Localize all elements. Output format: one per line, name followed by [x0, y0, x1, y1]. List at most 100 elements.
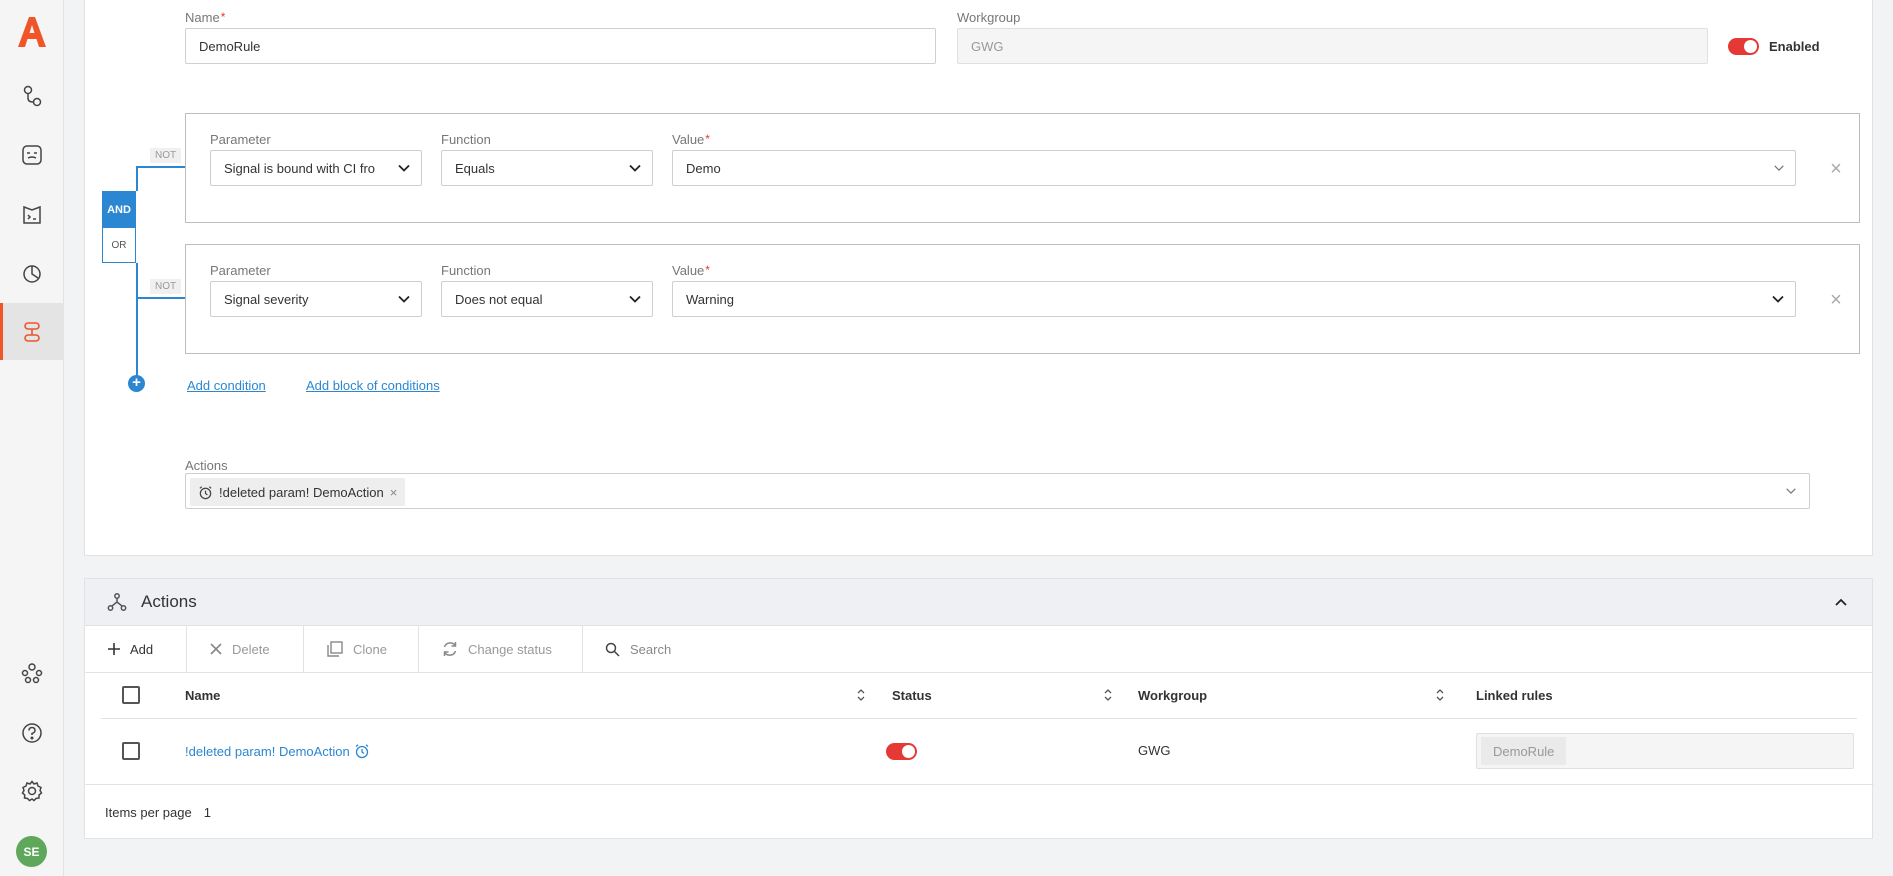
actions-section: Actions Add Delete Clone Change status S… [84, 578, 1874, 839]
and-button[interactable]: AND [103, 192, 135, 228]
settings-icon[interactable] [16, 775, 48, 807]
table-row-name[interactable]: !deleted param! DemoAction [185, 743, 370, 759]
workgroup-label: Workgroup [957, 10, 1021, 25]
items-per-page-value[interactable]: 1 [204, 805, 211, 820]
reports-icon[interactable] [16, 257, 48, 289]
inventory-icon[interactable] [16, 199, 48, 231]
parameter-value: Signal is bound with CI fro [224, 160, 376, 176]
workflow-icon[interactable] [16, 80, 48, 112]
tree-branch-1-vertical [136, 166, 138, 191]
clone-button[interactable]: Clone [304, 626, 419, 672]
column-header-name[interactable]: Name [185, 673, 220, 718]
users-icon[interactable] [16, 657, 48, 689]
search-input[interactable]: Search [605, 626, 671, 672]
linked-rule-chip: DemoRule [1481, 737, 1567, 765]
add-button[interactable]: Add [85, 626, 187, 672]
remove-condition-icon[interactable]: × [1826, 290, 1846, 310]
chevron-down-icon [629, 164, 641, 172]
or-button[interactable]: OR [103, 228, 135, 262]
chevron-down-icon [629, 295, 641, 303]
brand-logo-icon[interactable] [14, 14, 50, 50]
parameter-select[interactable]: Signal is bound with CI fro [210, 150, 422, 186]
add-block-link[interactable]: Add block of conditions [306, 378, 440, 393]
column-header-workgroup[interactable]: Workgroup [1138, 673, 1207, 718]
parameter-value: Signal severity [224, 291, 309, 307]
chevron-down-icon [398, 164, 410, 172]
function-label: Function [441, 132, 491, 147]
value-label: Value* [672, 132, 710, 147]
add-condition-link[interactable]: Add condition [187, 378, 266, 393]
action-chip-label: !deleted param! DemoAction [219, 484, 384, 500]
help-icon[interactable] [16, 717, 48, 749]
chevron-down-icon [1772, 295, 1784, 303]
header-divider [101, 718, 1857, 719]
rules-icon[interactable] [16, 316, 48, 348]
action-chip: !deleted param! DemoAction × [190, 478, 406, 506]
items-per-page-label: Items per page [105, 805, 192, 820]
close-icon [210, 643, 222, 655]
tree-branch-1 [136, 166, 185, 168]
parameter-label: Parameter [210, 132, 271, 147]
chevron-up-icon[interactable] [1834, 597, 1848, 607]
remove-condition-icon[interactable]: × [1826, 159, 1846, 179]
pagination-footer: Items per page 1 [105, 805, 211, 820]
actions-section-header[interactable]: Actions [85, 579, 1872, 626]
value-select[interactable]: Warning [672, 281, 1796, 317]
alarm-clock-icon [355, 744, 369, 759]
row-checkbox[interactable] [122, 742, 140, 760]
function-select[interactable]: Equals [441, 150, 653, 186]
clone-icon [327, 641, 343, 657]
name-label: Name* [185, 10, 226, 25]
enabled-toggle[interactable] [1728, 38, 1759, 55]
hierarchy-icon [107, 593, 127, 611]
refresh-icon [443, 642, 457, 656]
condition-row-2: Parameter Signal severity Function Does … [185, 244, 1860, 354]
chevron-down-icon [1774, 165, 1784, 172]
actions-select[interactable] [185, 473, 1810, 509]
plus-icon [108, 643, 120, 655]
condition-row-1: Parameter Signal is bound with CI fro Fu… [185, 113, 1860, 223]
column-header-linked-rules: Linked rules [1476, 688, 1553, 703]
actions-toolbar: Add Delete Clone Change status Search [85, 626, 1872, 673]
monitor-icon[interactable] [16, 139, 48, 171]
alarm-clock-icon [199, 485, 212, 499]
enabled-label: Enabled [1769, 39, 1820, 54]
sort-icon[interactable] [1103, 688, 1113, 702]
sort-icon[interactable] [1435, 688, 1445, 702]
table-row-workgroup: GWG [1138, 743, 1171, 758]
sort-icon[interactable] [856, 688, 866, 702]
value-label: Value* [672, 263, 710, 278]
and-or-switch: AND OR [102, 191, 136, 263]
avatar[interactable]: SE [16, 836, 47, 867]
name-input[interactable]: DemoRule [185, 28, 936, 64]
select-all-checkbox[interactable] [122, 686, 140, 704]
value-value: Demo [686, 160, 721, 176]
tree-branch-2 [136, 297, 185, 299]
row-divider [85, 784, 1874, 785]
parameter-select[interactable]: Signal severity [210, 281, 422, 317]
column-header-status[interactable]: Status [892, 673, 932, 718]
chevron-down-icon [1786, 488, 1796, 495]
value-value: Warning [686, 291, 734, 307]
workgroup-input: GWG [957, 28, 1708, 64]
chevron-down-icon [398, 295, 410, 303]
parameter-label: Parameter [210, 263, 271, 278]
delete-button[interactable]: Delete [187, 626, 304, 672]
status-toggle[interactable] [886, 743, 917, 760]
function-select[interactable]: Does not equal [441, 281, 653, 317]
action-name-link[interactable]: !deleted param! DemoAction [185, 744, 350, 759]
not-toggle-1[interactable]: NOT [150, 148, 182, 163]
change-status-button[interactable]: Change status [419, 626, 583, 672]
linked-rules-field: DemoRule [1476, 733, 1854, 769]
tree-trunk [136, 263, 138, 384]
function-label: Function [441, 263, 491, 278]
function-value: Does not equal [455, 291, 543, 307]
sidebar: SE [0, 0, 64, 876]
actions-label: Actions [185, 458, 228, 473]
add-plus-icon[interactable]: + [128, 375, 145, 392]
search-icon [605, 642, 620, 657]
value-select[interactable]: Demo [672, 150, 1796, 186]
not-toggle-2[interactable]: NOT [150, 279, 182, 294]
rule-editor-card: Name* DemoRule Workgroup GWG Enabled NOT… [84, 0, 1873, 556]
chip-remove-icon[interactable]: × [390, 485, 398, 500]
